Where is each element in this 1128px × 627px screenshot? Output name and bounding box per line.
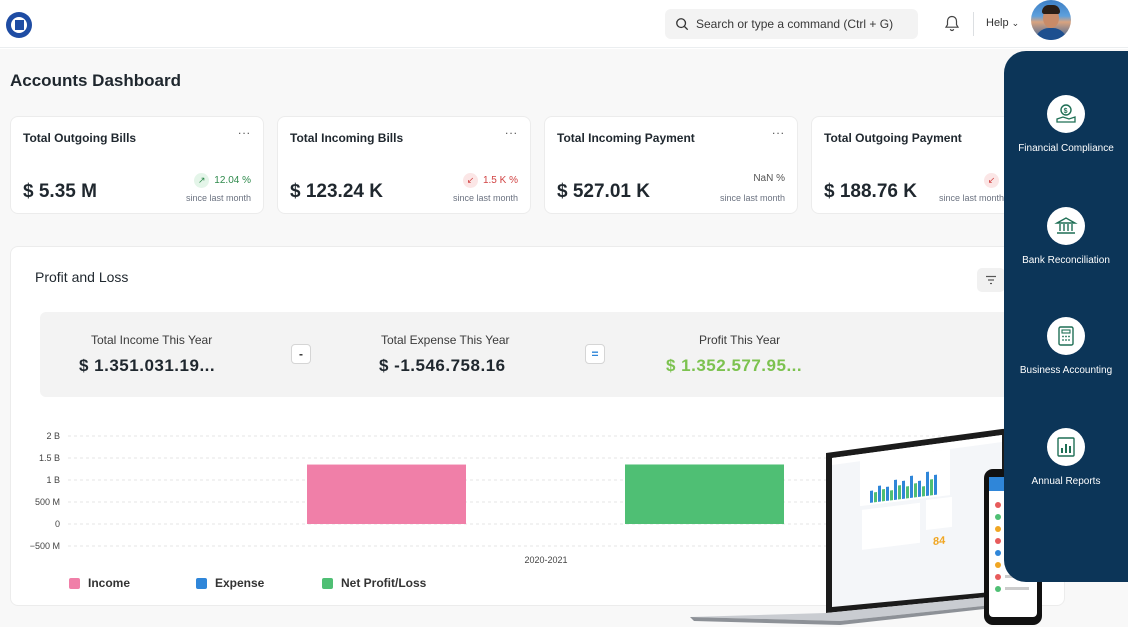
svg-text:84: 84 bbox=[933, 535, 946, 549]
user-avatar[interactable] bbox=[1031, 0, 1071, 40]
app-logo[interactable] bbox=[6, 12, 32, 38]
legend-expense[interactable]: Expense bbox=[196, 576, 264, 590]
arrow-down-left-icon: ↙ bbox=[462, 173, 478, 188]
bell-icon[interactable] bbox=[944, 15, 960, 32]
card-change: ↙ bbox=[984, 173, 1004, 188]
card-value: $ 527.01 K bbox=[557, 181, 650, 202]
card-menu-icon[interactable]: ... bbox=[772, 123, 785, 137]
income-value: $ 1.351.031.19... bbox=[79, 356, 216, 375]
profit-summary: Total Income This Year $ 1.351.031.19...… bbox=[40, 312, 1015, 397]
card-total-incoming-payment: Total Incoming Payment ... $ 527.01 K Na… bbox=[544, 116, 798, 214]
bar-income[interactable] bbox=[307, 464, 466, 524]
search-input[interactable] bbox=[696, 17, 911, 31]
calculator-icon bbox=[1047, 317, 1085, 355]
x-tick-label: 2020-2021 bbox=[524, 555, 567, 565]
bank-icon bbox=[1047, 207, 1085, 245]
profit-value: $ 1.352.577.95... bbox=[666, 356, 803, 375]
page-title: Accounts Dashboard bbox=[10, 71, 181, 90]
hand-dollar-icon: $ bbox=[1047, 95, 1085, 133]
feature-financial-compliance[interactable]: $ Financial Compliance bbox=[1004, 95, 1128, 156]
search-icon bbox=[676, 18, 689, 31]
arrow-up-right-icon: ↗ bbox=[194, 173, 210, 188]
card-change: ↙ 1.5 K % bbox=[462, 173, 518, 188]
expense-label: Total Expense This Year bbox=[381, 333, 510, 347]
legend-swatch bbox=[322, 577, 333, 589]
card-value: $ 188.76 K bbox=[824, 181, 917, 202]
profit-label: Profit This Year bbox=[699, 333, 781, 347]
card-label: Total Incoming Payment bbox=[557, 131, 695, 145]
arrow-down-left-icon: ↙ bbox=[984, 173, 999, 188]
y-tick-label: 1.5 B bbox=[39, 453, 60, 463]
card-label: Total Outgoing Payment bbox=[824, 131, 962, 145]
card-menu-icon[interactable]: ... bbox=[505, 123, 518, 137]
legend-swatch bbox=[69, 577, 80, 589]
equals-icon: = bbox=[585, 344, 605, 364]
card-label: Total Outgoing Bills bbox=[23, 131, 137, 145]
card-label: Total Incoming Bills bbox=[290, 131, 404, 145]
legend-net-profit[interactable]: Net Profit/Loss bbox=[322, 576, 426, 590]
profit-loss-title: Profit and Loss bbox=[35, 269, 129, 285]
card-total-outgoing-bills: Total Outgoing Bills ... $ 5.35 M ↗ 12.0… bbox=[10, 116, 264, 214]
y-tick-label: 1 B bbox=[46, 475, 60, 485]
card-value: $ 5.35 M bbox=[23, 181, 97, 202]
minus-icon: - bbox=[291, 344, 311, 364]
card-value: $ 123.24 K bbox=[290, 181, 383, 202]
income-label: Total Income This Year bbox=[91, 333, 213, 347]
y-tick-label: −500 M bbox=[30, 541, 60, 551]
feature-side-panel: $ Financial Compliance Bank Reconciliati… bbox=[1004, 51, 1128, 582]
card-since: since last month bbox=[452, 193, 518, 203]
help-dropdown[interactable]: Help ⌄ bbox=[986, 17, 1019, 29]
y-tick-label: 0 bbox=[55, 519, 60, 529]
feature-business-accounting[interactable]: Business Accounting bbox=[1004, 317, 1128, 378]
card-menu-icon[interactable]: ... bbox=[238, 123, 251, 137]
y-tick-label: 500 M bbox=[35, 497, 60, 507]
report-chart-icon bbox=[1047, 428, 1085, 466]
nav-divider bbox=[973, 12, 974, 36]
card-since: since last month bbox=[938, 193, 1004, 203]
legend-swatch bbox=[196, 577, 207, 589]
y-tick-label: 2 B bbox=[46, 431, 60, 441]
filter-icon bbox=[986, 275, 996, 285]
card-change: NaN % bbox=[753, 173, 785, 184]
feature-annual-reports[interactable]: Annual Reports bbox=[1004, 428, 1128, 489]
card-since: since last month bbox=[185, 193, 251, 203]
card-total-incoming-bills: Total Incoming Bills ... $ 123.24 K ↙ 1.… bbox=[277, 116, 531, 214]
top-navbar: Help ⌄ bbox=[0, 0, 1128, 48]
legend-income[interactable]: Income bbox=[69, 576, 130, 590]
help-label: Help bbox=[986, 17, 1009, 29]
search-bar[interactable] bbox=[665, 9, 918, 39]
devices-mockup-image: 84 bbox=[690, 428, 1042, 625]
card-change: ↗ 12.04 % bbox=[194, 173, 251, 188]
chevron-down-icon: ⌄ bbox=[1011, 17, 1020, 28]
svg-text:$: $ bbox=[1064, 108, 1068, 115]
card-since: since last month bbox=[719, 193, 785, 203]
expense-value: $ -1.546.758.16 bbox=[379, 356, 506, 375]
filter-button[interactable] bbox=[977, 268, 1005, 292]
feature-bank-reconciliation[interactable]: Bank Reconciliation bbox=[1004, 207, 1128, 268]
